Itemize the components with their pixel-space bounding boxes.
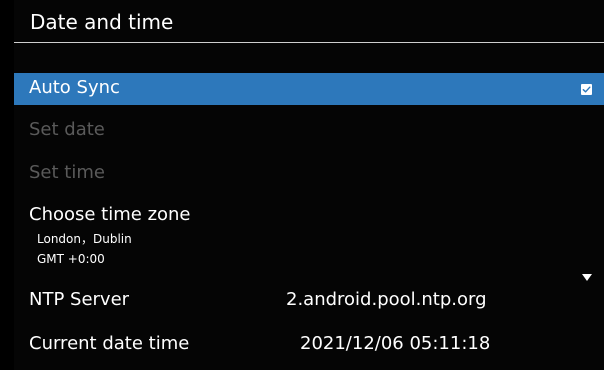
set-date-label: Set date — [29, 119, 105, 140]
time-zone-city: London，Dublin — [37, 232, 132, 246]
checkmark-icon — [582, 86, 591, 93]
triangle-down-icon — [582, 274, 592, 281]
page-title: Date and time — [30, 10, 174, 34]
ntp-server-label: NTP Server — [29, 289, 130, 310]
current-datetime-label: Current date time — [29, 333, 190, 354]
auto-sync-row[interactable]: Auto Sync — [14, 73, 604, 105]
time-zone-label: Choose time zone — [29, 204, 191, 225]
ntp-server-value: 2.android.pool.ntp.org — [286, 289, 487, 310]
auto-sync-checkbox[interactable] — [581, 84, 592, 95]
time-zone-offset: GMT +0:00 — [37, 252, 105, 266]
title-divider — [14, 42, 604, 43]
set-time-label: Set time — [29, 162, 105, 183]
current-datetime-value: 2021/12/06 05:11:18 — [300, 333, 491, 354]
auto-sync-label: Auto Sync — [29, 77, 120, 98]
set-time-row: Set time — [14, 161, 604, 185]
date-time-settings-panel: Date and time Auto Sync Set date Set tim… — [14, 0, 604, 370]
set-date-row: Set date — [14, 118, 604, 142]
